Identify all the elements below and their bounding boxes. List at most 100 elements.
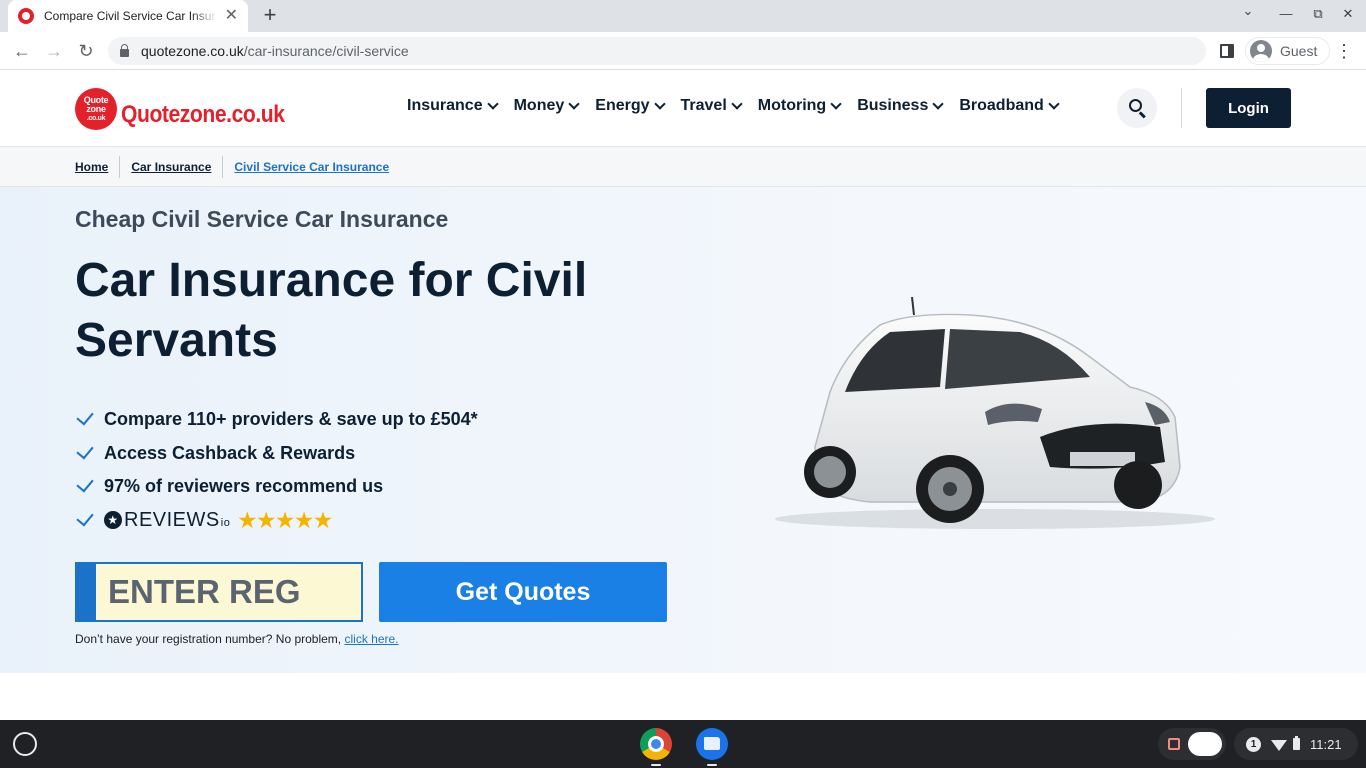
tab-search-icon[interactable]: ⌄ xyxy=(1238,3,1258,19)
nav-item-travel[interactable]: Travel xyxy=(680,97,743,115)
nav-item-energy[interactable]: Energy xyxy=(595,97,666,115)
status-area[interactable]: 1 11:21 xyxy=(1234,728,1358,760)
files-app-icon[interactable] xyxy=(696,728,728,760)
quotezone-favicon-icon xyxy=(18,8,34,24)
guest-avatar-icon xyxy=(1250,40,1272,62)
chevron-down-icon xyxy=(932,98,945,110)
new-tab-button[interactable]: + xyxy=(258,4,282,28)
nav-item-insurance[interactable]: Insurance xyxy=(407,97,499,115)
back-arrow-icon[interactable]: ← xyxy=(9,38,35,64)
get-quotes-button[interactable]: Get Quotes xyxy=(379,562,667,622)
logo-badge: Quote zone .co.uk xyxy=(75,88,117,130)
breadcrumb-car-insurance[interactable]: Car Insurance xyxy=(131,160,211,174)
nav-item-label: Insurance xyxy=(407,97,483,114)
site-logo[interactable]: Quote zone .co.uk Quotezone.co.uk xyxy=(75,88,307,130)
url-host: quotezone.co.uk xyxy=(141,43,244,59)
hero-section: Cheap Civil Service Car Insurance Car In… xyxy=(0,187,1366,673)
logo-badge-line: zone xyxy=(86,103,106,114)
wifi-icon xyxy=(1271,740,1287,751)
close-tab-icon[interactable]: ✕ xyxy=(225,8,238,24)
nav-item-money[interactable]: Money xyxy=(513,97,580,115)
notification-count-badge: 1 xyxy=(1246,736,1261,752)
breadcrumb-separator xyxy=(119,155,121,178)
reviews-star-icon: ★ xyxy=(104,511,122,530)
tray-holding-space[interactable] xyxy=(1158,728,1226,760)
registration-field xyxy=(75,562,363,622)
header-divider xyxy=(1181,88,1182,128)
benefit-item: 97% of reviewers recommend us xyxy=(75,470,478,504)
nav-item-motoring[interactable]: Motoring xyxy=(757,97,842,115)
side-panel-icon[interactable] xyxy=(1220,44,1234,58)
benefit-text: Access Cashback & Rewards xyxy=(104,442,356,463)
nav-item-label: Motoring xyxy=(757,97,827,114)
profile-label: Guest xyxy=(1280,43,1318,59)
profile-button[interactable]: Guest xyxy=(1245,37,1331,65)
launcher-icon[interactable] xyxy=(13,732,37,756)
gb-plate-strip xyxy=(77,564,96,620)
check-icon xyxy=(76,441,94,460)
nav-item-label: Money xyxy=(513,97,565,114)
chevron-down-icon xyxy=(568,98,580,110)
main-navigation: Insurance Money Energy Travel Motoring B… xyxy=(407,97,1075,115)
reviews-rating: ★ REVIEWS io ★★★★★ xyxy=(75,504,478,538)
lock-icon[interactable] xyxy=(120,43,129,57)
benefit-text: Compare 110+ providers & save up to £504… xyxy=(104,409,478,430)
tab-title: Compare Civil Service Car Insurance xyxy=(44,9,217,23)
chevron-down-icon xyxy=(1048,98,1060,110)
breadcrumb: Home Car Insurance Civil Service Car Ins… xyxy=(0,146,1366,187)
search-icon xyxy=(1129,99,1142,112)
browser-menu-icon[interactable]: ⋮ xyxy=(1334,40,1354,62)
reload-icon[interactable]: ↻ xyxy=(73,38,99,64)
nav-item-label: Travel xyxy=(680,97,727,114)
running-indicator xyxy=(651,764,661,766)
address-bar[interactable]: quotezone.co.uk/car-insurance/civil-serv… xyxy=(108,37,1206,65)
browser-tab[interactable]: Compare Civil Service Car Insurance ✕ xyxy=(8,0,248,32)
clock: 11:21 xyxy=(1310,736,1342,752)
benefit-text: 97% of reviewers recommend us xyxy=(104,476,384,497)
logo-text: Quotezone.co.uk xyxy=(121,101,285,128)
breadcrumb-home[interactable]: Home xyxy=(75,160,108,174)
registration-help: Don’t have your registration number? No … xyxy=(75,632,399,646)
page-title: Car Insurance for Civil Servants xyxy=(75,254,588,367)
browser-toolbar: ← → ↻ quotezone.co.uk/car-insurance/civi… xyxy=(0,32,1366,70)
click-here-link[interactable]: click here. xyxy=(344,632,398,646)
check-icon xyxy=(76,407,94,426)
hero-subtitle: Cheap Civil Service Car Insurance xyxy=(75,206,449,232)
breadcrumb-civil-service[interactable]: Civil Service Car Insurance xyxy=(234,160,389,174)
chevron-down-icon xyxy=(731,98,743,110)
maximize-window-icon[interactable]: ⧉ xyxy=(1308,6,1328,22)
reviews-io-logo[interactable]: ★ REVIEWS io xyxy=(104,509,230,532)
check-icon xyxy=(76,474,94,493)
nav-item-business[interactable]: Business xyxy=(857,97,945,115)
logo-badge-line: .co.uk xyxy=(86,114,106,122)
chevron-down-icon xyxy=(653,98,666,110)
battery-icon xyxy=(1293,736,1300,750)
url-path: /car-insurance/civil-service xyxy=(243,43,409,59)
registration-input[interactable] xyxy=(96,564,356,620)
registration-help-text: Don’t have your registration number? No … xyxy=(75,632,342,646)
screen-capture-icon xyxy=(1168,738,1180,750)
browser-tab-bar: Compare Civil Service Car Insurance ✕ + … xyxy=(0,0,1366,32)
close-window-icon[interactable]: ✕ xyxy=(1338,6,1358,22)
site-header: Quote zone .co.uk Quotezone.co.uk Insura… xyxy=(0,71,1366,146)
nav-item-label: Business xyxy=(857,97,929,114)
rating-stars: ★★★★★ xyxy=(238,509,333,532)
benefit-item: Access Cashback & Rewards xyxy=(75,437,478,471)
chevron-down-icon xyxy=(830,98,842,110)
running-indicator xyxy=(707,764,717,766)
forward-arrow-icon[interactable]: → xyxy=(41,38,67,64)
site-search-button[interactable] xyxy=(1117,88,1157,128)
chrome-app-icon[interactable] xyxy=(640,728,672,760)
minimize-window-icon[interactable]: — xyxy=(1276,6,1296,21)
nav-item-label: Broadband xyxy=(959,97,1044,114)
web-page: Quote zone .co.uk Quotezone.co.uk Insura… xyxy=(0,71,1366,720)
login-button[interactable]: Login xyxy=(1206,88,1291,128)
check-icon xyxy=(76,508,94,527)
nav-item-broadband[interactable]: Broadband xyxy=(959,97,1060,115)
nav-item-label: Energy xyxy=(595,97,650,114)
benefit-item: Compare 110+ providers & save up to £504… xyxy=(75,403,478,437)
reviews-suffix: io xyxy=(220,517,231,530)
chevron-down-icon xyxy=(486,98,499,110)
os-shelf: 1 11:21 xyxy=(0,720,1366,768)
benefits-list: Compare 110+ providers & save up to £504… xyxy=(75,403,478,537)
